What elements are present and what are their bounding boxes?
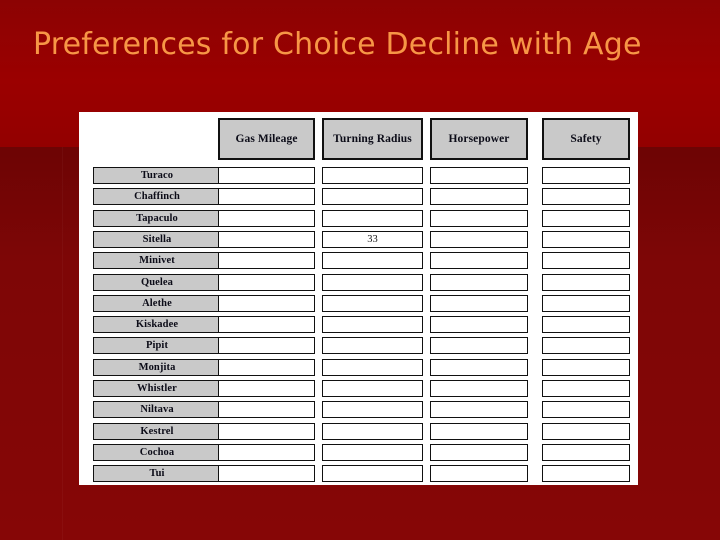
table-cell-r13-c3[interactable] — [542, 443, 630, 461]
table-cell-r6-c2[interactable] — [430, 294, 528, 312]
table-row: Tapaculo — [79, 209, 638, 230]
table-row: Kiskadee — [79, 315, 638, 336]
table-cell-r7-c0[interactable] — [218, 316, 315, 334]
background-seam — [62, 147, 63, 540]
row-label-2[interactable]: Tapaculo — [93, 209, 221, 227]
row-label-6[interactable]: Alethe — [93, 294, 221, 312]
table-cell-r8-c2[interactable] — [430, 337, 528, 355]
table-cell-r1-c0[interactable] — [218, 188, 315, 206]
row-label-4[interactable]: Minivet — [93, 252, 221, 270]
table-cell-r11-c2[interactable] — [430, 401, 528, 419]
column-header-0[interactable]: Gas Mileage — [218, 118, 315, 160]
table-cell-r12-c1[interactable] — [322, 422, 423, 440]
table-cell-r11-c3[interactable] — [542, 401, 630, 419]
table-cell-r4-c2[interactable] — [430, 252, 528, 270]
row-label-9[interactable]: Monjita — [93, 358, 221, 376]
table-cell-r11-c0[interactable] — [218, 401, 315, 419]
table-cell-r6-c3[interactable] — [542, 294, 630, 312]
table-cell-r13-c2[interactable] — [430, 443, 528, 461]
table-cell-r10-c2[interactable] — [430, 380, 528, 397]
table-cell-r2-c2[interactable] — [430, 209, 528, 227]
row-label-3[interactable]: Sitella — [93, 230, 221, 248]
table-row: Sitella 33 — [79, 230, 638, 251]
table-cell-r1-c3[interactable] — [542, 188, 630, 206]
row-label-7[interactable]: Kiskadee — [93, 316, 221, 334]
preference-table-panel: Gas Mileage Turning Radius Horsepower Safet… — [79, 112, 638, 485]
table-cell-r12-c2[interactable] — [430, 422, 528, 440]
table-cell-r4-c3[interactable] — [542, 252, 630, 270]
table-cell-r0-c0[interactable] — [218, 167, 315, 184]
table-cell-r12-c3[interactable] — [542, 422, 630, 440]
table-cell-r14-c2[interactable] — [430, 465, 528, 483]
table-cell-r13-c1[interactable] — [322, 443, 423, 461]
table-cell-r8-c0[interactable] — [218, 337, 315, 355]
table-cell-r13-c0[interactable] — [218, 443, 315, 461]
table-cell-r5-c2[interactable] — [430, 273, 528, 291]
row-label-11[interactable]: Niltava — [93, 401, 221, 419]
table-cell-r0-c2[interactable] — [430, 167, 528, 184]
table-cell-r2-c3[interactable] — [542, 209, 630, 227]
table-cell-r3-c0[interactable] — [218, 230, 315, 248]
table-row: Monjita — [79, 358, 638, 379]
table-cell-r4-c1[interactable] — [322, 252, 423, 270]
table-cell-r5-c0[interactable] — [218, 273, 315, 291]
table-cell-r1-c1[interactable] — [322, 188, 423, 206]
row-label-5[interactable]: Quelea — [93, 273, 221, 291]
row-label-10[interactable]: Whistler — [93, 380, 221, 397]
table-cell-r9-c1[interactable] — [322, 358, 423, 376]
row-label-14[interactable]: Tui — [93, 465, 221, 483]
table-cell-r6-c1[interactable] — [322, 294, 423, 312]
table-cell-r8-c3[interactable] — [542, 337, 630, 355]
table-cell-r11-c1[interactable] — [322, 401, 423, 419]
table-cell-r10-c3[interactable] — [542, 380, 630, 397]
row-label-13[interactable]: Cochoa — [93, 443, 221, 461]
table-cell-r10-c0[interactable] — [218, 380, 315, 397]
table-cell-r14-c1[interactable] — [322, 465, 423, 483]
table-cell-r7-c1[interactable] — [322, 316, 423, 334]
page-title: Preferences for Choice Decline with Age — [33, 27, 642, 62]
table-row: Quelea — [79, 273, 638, 294]
row-label-0[interactable]: Turaco — [93, 167, 221, 184]
table-cell-r4-c0[interactable] — [218, 252, 315, 270]
column-header-2[interactable]: Horsepower — [430, 118, 528, 160]
table-cell-r9-c0[interactable] — [218, 358, 315, 376]
table-cell-r14-c0[interactable] — [218, 465, 315, 483]
row-label-8[interactable]: Pipit — [93, 337, 221, 355]
table-row: Pipit — [79, 336, 638, 357]
table-cell-r3-c3[interactable] — [542, 230, 630, 248]
table-cell-r0-c1[interactable] — [322, 167, 423, 184]
table-cell-r10-c1[interactable] — [322, 380, 423, 397]
table-cell-r12-c0[interactable] — [218, 422, 315, 440]
table-cell-r2-c0[interactable] — [218, 209, 315, 227]
table-row: Kestrel — [79, 422, 638, 443]
table-row: Niltava — [79, 400, 638, 421]
table-cell-r8-c1[interactable] — [322, 337, 423, 355]
table-row: Whistler — [79, 379, 638, 400]
table-row: Tui — [79, 464, 638, 485]
table-cell-r7-c2[interactable] — [430, 316, 528, 334]
table-cell-r0-c3[interactable] — [542, 167, 630, 184]
column-header-1[interactable]: Turning Radius — [322, 118, 423, 160]
row-label-1[interactable]: Chaffinch — [93, 188, 221, 206]
table-row: Alethe — [79, 294, 638, 315]
table-cell-r5-c1[interactable] — [322, 273, 423, 291]
table-cell-r5-c3[interactable] — [542, 273, 630, 291]
table-cell-r3-c1[interactable]: 33 — [322, 230, 423, 248]
slide-canvas: Preferences for Choice Decline with Age … — [0, 0, 720, 540]
column-header-3[interactable]: Safety — [542, 118, 630, 160]
table-row: Chaffinch — [79, 187, 638, 208]
table-row: Minivet — [79, 251, 638, 272]
row-label-12[interactable]: Kestrel — [93, 422, 221, 440]
table-cell-r9-c3[interactable] — [542, 358, 630, 376]
table-cell-r2-c1[interactable] — [322, 209, 423, 227]
table-cell-r1-c2[interactable] — [430, 188, 528, 206]
table-row: Cochoa — [79, 443, 638, 464]
table-header-row: Gas Mileage Turning Radius Horsepower Safet… — [79, 118, 638, 162]
table-cell-r6-c0[interactable] — [218, 294, 315, 312]
table-cell-r7-c3[interactable] — [542, 316, 630, 334]
table-row: Turaco — [79, 166, 638, 187]
table-cell-r14-c3[interactable] — [542, 465, 630, 483]
table-cell-r9-c2[interactable] — [430, 358, 528, 376]
table-cell-r3-c2[interactable] — [430, 230, 528, 248]
